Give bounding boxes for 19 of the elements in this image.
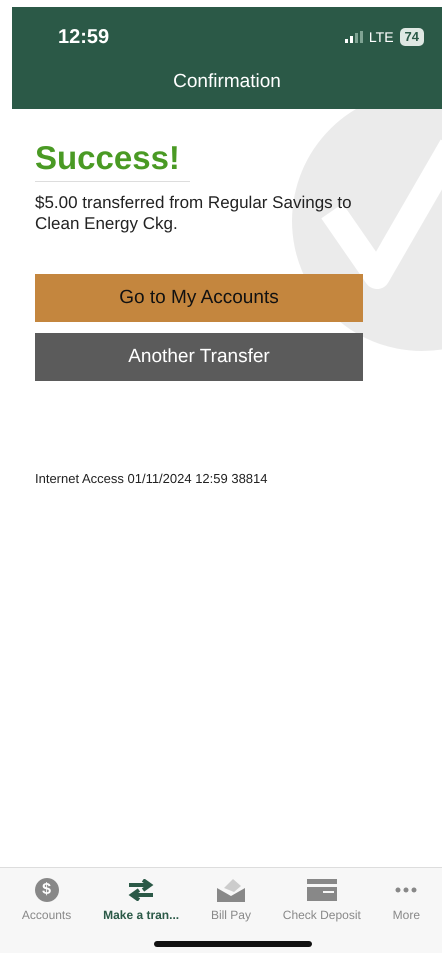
status-time: 12:59	[58, 26, 110, 48]
more-icon	[395, 887, 418, 893]
signal-icon	[344, 31, 363, 43]
screen-title: Confirmation	[172, 71, 282, 93]
access-note: Internet Access 01/11/2024 12:59 38814	[35, 471, 268, 486]
success-heading: Success!	[35, 139, 190, 182]
arrows-icon	[127, 879, 156, 901]
network-label: LTE	[368, 29, 394, 45]
battery-indicator: 74	[400, 28, 424, 46]
tab-item[interactable]: More	[392, 878, 420, 953]
check-card-icon	[306, 879, 337, 901]
dollar-icon: $	[34, 878, 59, 902]
transfer-button[interactable]: Another Transfer	[35, 333, 363, 381]
tab-item[interactable]: $ Accounts	[22, 878, 72, 953]
tab-item[interactable]: Make a tran...	[103, 878, 180, 953]
accounts-button[interactable]: Go to My Accounts	[35, 274, 363, 322]
envelope-icon	[216, 878, 246, 902]
transfer-message: $5.00 transferred from Regular Savings to Clean Energy Ckg.	[35, 192, 353, 234]
tab-item[interactable]: Bill Pay	[210, 878, 251, 953]
